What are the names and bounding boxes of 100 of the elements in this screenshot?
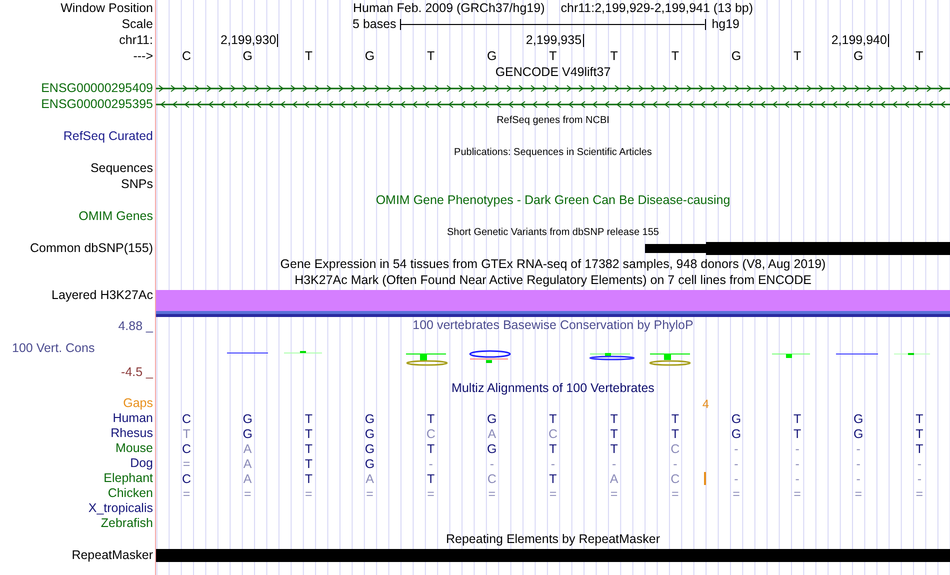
track-title: 100 vertebrates Basewise Conservation by PhyloP — [412, 318, 694, 332]
alignment-base: - — [795, 442, 800, 456]
alignment-base: T — [916, 412, 924, 426]
alignment-base: - — [428, 456, 433, 470]
base-letter: C — [182, 49, 192, 63]
assembly-title: Human Feb. 2009 (GRCh37/hg19) — [352, 1, 545, 15]
track-label[interactable]: RefSeq Curated — [63, 129, 153, 143]
alignment-base: T — [793, 412, 802, 426]
base-letter: T — [427, 49, 435, 63]
track-title: H3K27Ac Mark (Often Found Near Active Regulatory Elements) on 7 cell lines from ENCODE — [294, 273, 812, 287]
alignment-base: A — [366, 472, 374, 486]
track-label: chr11: — [119, 33, 153, 47]
alignment-base: G — [731, 412, 742, 426]
alignment-base: T — [182, 426, 190, 440]
alignment-base: T — [916, 442, 924, 456]
track-label[interactable]: Layered H3K27Ac — [52, 288, 153, 302]
base-letter: T — [304, 49, 312, 63]
track-label[interactable]: SNPs — [121, 177, 153, 191]
alignment-base: - — [612, 456, 616, 470]
alignment-base: G — [242, 412, 252, 426]
alignment-base: = — [916, 486, 924, 500]
base-letter: G — [487, 49, 497, 63]
track-label[interactable]: Chicken — [108, 486, 153, 500]
base-letter: G — [242, 49, 252, 63]
axis-max-label: 4.88 _ — [118, 319, 153, 334]
track-title: Publications: Sequences in Scientific Articles — [454, 146, 652, 158]
alignment-base: T — [549, 472, 557, 486]
alignment-base: T — [610, 412, 618, 426]
alignment-base: = — [671, 486, 679, 500]
base-letter: G — [854, 49, 864, 63]
alignment-base: - — [734, 456, 738, 470]
feature-bar[interactable] — [644, 244, 706, 252]
alignment-base: - — [734, 472, 738, 486]
alignment-base: T — [549, 442, 557, 456]
alignment-base: C — [182, 472, 192, 486]
base-letter: T — [610, 49, 618, 63]
base-letter: T — [916, 49, 924, 63]
track-label: ---> — [133, 49, 153, 63]
alignment-base: - — [856, 456, 860, 470]
track-label[interactable]: Human — [112, 411, 153, 425]
feature-bar[interactable] — [156, 548, 950, 562]
track-title: RefSeq genes from NCBI — [496, 114, 610, 126]
track-title: Repeating Elements by RepeatMasker — [446, 532, 660, 546]
alignment-base: - — [856, 442, 860, 456]
base-letter: G — [364, 49, 375, 63]
track-label[interactable]: Rhesus — [110, 426, 153, 440]
alignment-base: = — [427, 486, 434, 500]
alignment-base: G — [487, 412, 497, 426]
alignment-base: A — [243, 472, 252, 486]
alignment-base: G — [854, 412, 864, 426]
alignment-base: T — [610, 442, 618, 456]
track-label[interactable]: 100 Vert. Cons — [0, 341, 95, 356]
alignment-base: G — [364, 442, 375, 456]
track-title: Short Genetic Variants from dbSNP release 155 — [447, 226, 659, 238]
alignment-base: = — [366, 486, 374, 500]
position-tick: 2,199,940 — [831, 34, 889, 46]
track-title: Multiz Alignments of 100 Vertebrates — [452, 381, 654, 395]
alignment-base: A — [243, 456, 252, 470]
position-tick: 2,199,930 — [220, 34, 278, 46]
track-label: Window Position — [60, 1, 153, 15]
track-label[interactable]: ENSG00000295395 — [41, 97, 153, 111]
alignment-base: - — [917, 456, 922, 470]
alignment-base: G — [364, 426, 375, 440]
alignment-base: = — [549, 486, 557, 500]
alignment-base: = — [732, 486, 740, 500]
base-letter: T — [793, 49, 802, 63]
alignment-base: T — [304, 442, 312, 456]
alignment-base: A — [488, 426, 496, 440]
alignment-base: T — [304, 456, 312, 470]
track-label[interactable]: OMIM Genes — [78, 209, 153, 223]
track-label[interactable]: Zebrafish — [100, 516, 153, 530]
alignment-base: G — [854, 426, 864, 440]
alignment-base: T — [916, 426, 924, 440]
alignment-base: T — [304, 472, 312, 486]
gap-count: 4 — [702, 396, 710, 410]
alignment-base: - — [856, 472, 860, 486]
track-label[interactable]: RepeatMasker — [72, 548, 153, 562]
track-label[interactable]: Elephant — [104, 471, 153, 485]
base-letter: T — [549, 49, 557, 63]
track-label[interactable]: X_tropicalis — [88, 501, 153, 515]
alignment-base: = — [794, 486, 801, 500]
track-label[interactable]: Sequences — [90, 161, 153, 175]
alignment-base: = — [182, 456, 190, 470]
alignment-base: T — [304, 412, 312, 426]
alignment-base: = — [610, 486, 618, 500]
alignment-base: - — [795, 472, 800, 486]
assembly-label: hg19 — [710, 17, 740, 31]
alignment-base: T — [793, 426, 802, 440]
alignment-base: C — [670, 442, 680, 456]
alignment-base: = — [305, 486, 312, 500]
track-label[interactable]: Dog — [130, 456, 153, 470]
track-label[interactable]: ENSG00000295409 — [41, 81, 153, 95]
alignment-base: T — [427, 472, 435, 486]
alignment-base: - — [490, 456, 494, 470]
feature-bar[interactable] — [706, 242, 950, 254]
track-label[interactable]: Common dbSNP(155) — [30, 241, 153, 255]
alignment-base: - — [550, 456, 556, 470]
alignment-base: = — [244, 486, 252, 500]
track-label[interactable]: Mouse — [115, 441, 153, 455]
alignment-base: A — [243, 442, 252, 456]
